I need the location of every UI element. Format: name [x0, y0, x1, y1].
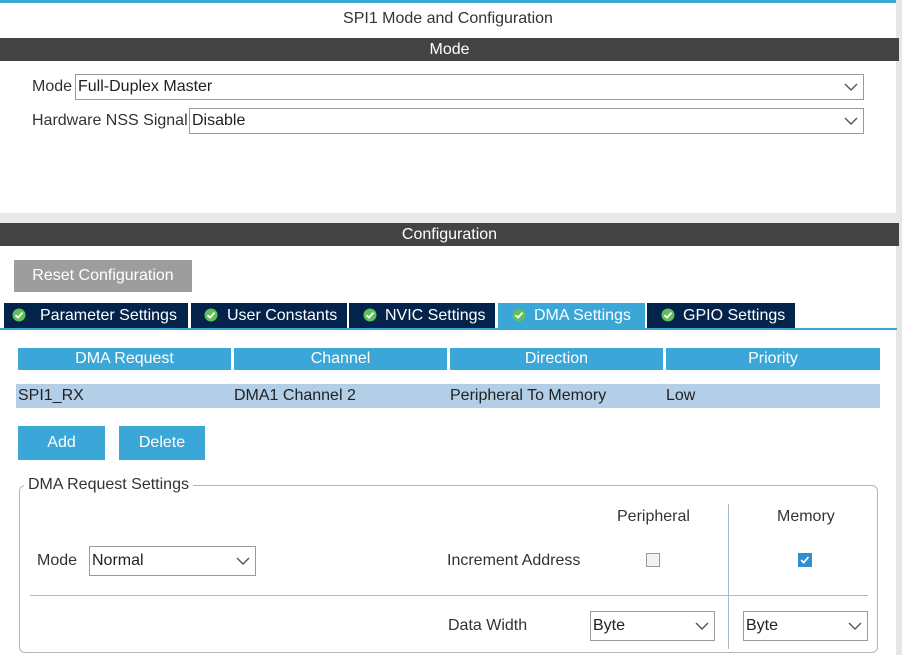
table-cell[interactable]: Low — [664, 384, 880, 408]
memory-increment-checkbox[interactable] — [798, 553, 812, 567]
column-header-channel[interactable]: Channel — [234, 348, 447, 370]
chevron-down-icon — [848, 622, 862, 630]
tab-user-constants[interactable]: User Constants — [191, 303, 347, 328]
table-cell[interactable]: DMA1 Channel 2 — [232, 384, 448, 408]
mode-section-header: Mode — [0, 38, 899, 61]
peripheral-increment-checkbox[interactable] — [646, 553, 660, 567]
peripheral-data-width-select[interactable]: Byte — [590, 611, 715, 641]
checkmark-icon — [800, 556, 810, 564]
tab-label: User Constants — [227, 307, 338, 324]
table-cell[interactable]: Peripheral To Memory — [448, 384, 664, 408]
check-circle-icon — [204, 308, 218, 322]
add-button[interactable]: Add — [18, 426, 105, 460]
check-circle-icon — [12, 308, 26, 322]
check-circle-icon — [512, 308, 526, 322]
mode-label: Mode — [32, 78, 73, 95]
mode-select[interactable]: Full-Duplex Master — [75, 74, 864, 100]
nss-select-value: Disable — [192, 112, 246, 129]
reset-configuration-button[interactable]: Reset Configuration — [14, 260, 192, 292]
tab-label: Parameter Settings — [40, 307, 177, 324]
chevron-down-icon — [844, 117, 858, 125]
memory-data-width-value: Byte — [746, 617, 779, 634]
chevron-down-icon — [236, 557, 250, 565]
dma-mode-value: Normal — [92, 552, 144, 569]
column-header-dma-request[interactable]: DMA Request — [18, 348, 231, 370]
increment-address-label: Increment Address — [447, 552, 581, 569]
nss-label: Hardware NSS Signal — [32, 112, 188, 129]
tab-label: DMA Settings — [534, 307, 631, 324]
table-cell[interactable]: SPI1_RX — [16, 384, 232, 408]
tab-nvic-settings[interactable]: NVIC Settings — [349, 303, 495, 328]
memory-data-width-select[interactable]: Byte — [743, 611, 868, 641]
tab-underline — [0, 328, 897, 330]
column-divider — [728, 504, 729, 649]
data-width-label: Data Width — [448, 617, 528, 634]
check-circle-icon — [661, 308, 675, 322]
tab-parameter-settings[interactable]: Parameter Settings — [4, 303, 188, 328]
dma-mode-select[interactable]: Normal — [89, 546, 256, 576]
window-title: SPI1 Mode and Configuration — [343, 10, 553, 27]
window-top-border — [0, 0, 902, 3]
chevron-down-icon — [844, 83, 858, 91]
column-header-priority[interactable]: Priority — [666, 348, 880, 370]
mode-select-value: Full-Duplex Master — [78, 78, 213, 95]
configuration-section-header: Configuration — [0, 223, 899, 246]
nss-select[interactable]: Disable — [189, 108, 864, 134]
section-divider — [0, 213, 899, 223]
check-circle-icon — [363, 308, 377, 322]
tab-dma-settings[interactable]: DMA Settings — [498, 303, 645, 328]
dma-request-settings-title: DMA Request Settings — [24, 476, 193, 494]
tab-gpio-settings[interactable]: GPIO Settings — [647, 303, 795, 328]
column-header-direction[interactable]: Direction — [450, 348, 663, 370]
peripheral-data-width-value: Byte — [593, 617, 626, 634]
chevron-down-icon — [695, 622, 709, 630]
peripheral-header: Peripheral — [617, 508, 690, 525]
memory-header: Memory — [777, 508, 835, 525]
tab-label: NVIC Settings — [385, 307, 486, 324]
dma-mode-label: Mode — [37, 552, 78, 569]
row-divider — [30, 595, 868, 596]
tab-label: GPIO Settings — [683, 307, 786, 324]
delete-button[interactable]: Delete — [119, 426, 205, 460]
